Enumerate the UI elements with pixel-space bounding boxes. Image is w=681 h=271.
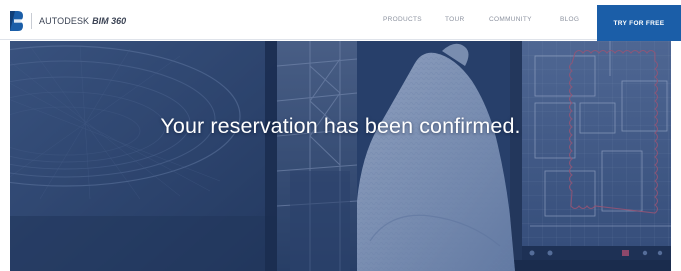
nav-blog-link[interactable]: BLOG bbox=[560, 16, 579, 23]
nav-tour-link[interactable]: TOUR bbox=[445, 16, 465, 23]
try-for-free-button[interactable]: TRY FOR FREE bbox=[597, 5, 681, 41]
brand-logo-link[interactable]: AUTODESK BIM 360 bbox=[10, 10, 126, 32]
nav-community-link[interactable]: COMMUNITY bbox=[489, 16, 532, 23]
hero-background-image bbox=[10, 41, 671, 271]
page: AUTODESK BIM 360 PRODUCTS TOUR COMMUNITY… bbox=[0, 0, 681, 271]
nav-products-link[interactable]: PRODUCTS bbox=[383, 16, 422, 23]
autodesk-b-logo-icon bbox=[10, 11, 23, 31]
hero-banner: Your reservation has been confirmed. bbox=[10, 41, 671, 271]
top-navigation: AUTODESK BIM 360 PRODUCTS TOUR COMMUNITY… bbox=[0, 0, 681, 41]
product-name: BIM 360 bbox=[92, 16, 127, 26]
brand-name: AUTODESK bbox=[39, 16, 90, 26]
logo-divider bbox=[31, 13, 32, 29]
confirmation-heading: Your reservation has been confirmed. bbox=[160, 114, 521, 138]
